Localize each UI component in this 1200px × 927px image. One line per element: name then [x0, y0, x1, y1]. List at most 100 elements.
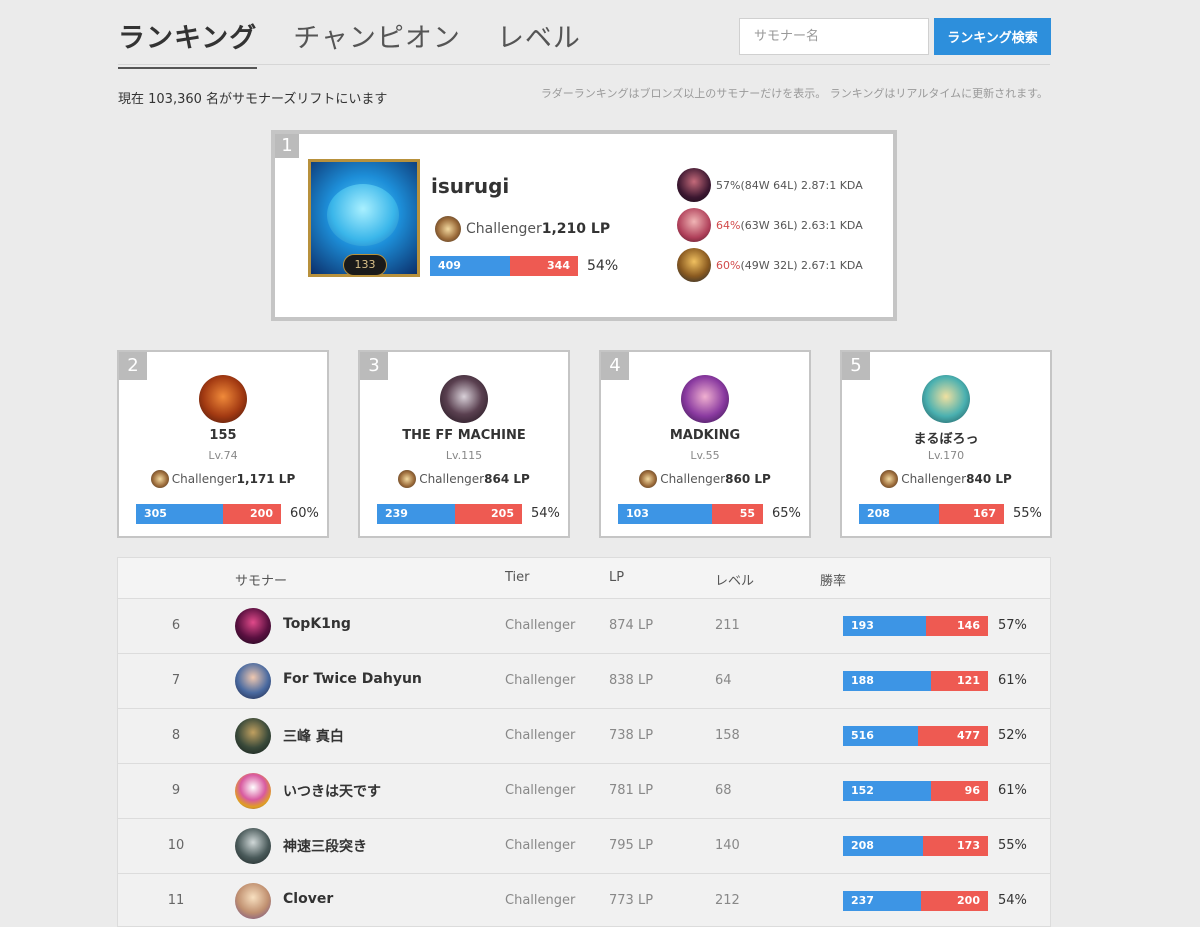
win-loss-bar: 239 205: [377, 504, 522, 524]
summoner-name[interactable]: 三峰 真白: [283, 726, 344, 746]
tier-info: Challenger 864 LP: [360, 470, 568, 488]
challenger-emblem-icon: [880, 470, 899, 488]
win-loss-bar: 305 200: [136, 504, 281, 524]
wins-count: 208: [843, 836, 923, 856]
champion-icon-dark[interactable]: [677, 168, 711, 202]
win-loss-bar: 152 96: [843, 781, 988, 801]
rank-3-card[interactable]: 3 THE FF MACHINE Lv.115 Challenger 864 LP…: [358, 350, 570, 538]
profile-icon[interactable]: [235, 718, 271, 754]
losses-count: 121: [931, 671, 988, 691]
challenger-emblem-icon: [398, 470, 417, 488]
wins-count: 188: [843, 671, 932, 691]
tab-champion[interactable]: チャンピオン: [293, 16, 461, 69]
tab-ranking[interactable]: ランキング: [118, 16, 258, 69]
table-row[interactable]: 11 Clover Challenger 773 LP 212 237 200 …: [118, 874, 1050, 926]
row-tier: Challenger: [505, 783, 576, 798]
summoner-name[interactable]: いつきは天です: [283, 781, 381, 801]
summoner-name[interactable]: For Twice Dahyun: [283, 671, 422, 687]
row-level: 211: [715, 618, 740, 633]
profile-icon[interactable]: [235, 663, 271, 699]
losses-count: 205: [455, 504, 522, 524]
tier-lp: 1,171 LP: [236, 472, 296, 486]
row-lp: 838 LP: [609, 673, 654, 688]
profile-icon[interactable]: [199, 375, 247, 423]
challenger-emblem-icon: [435, 216, 461, 242]
win-rate: 54%: [587, 258, 619, 274]
header-winrate: 勝率: [820, 574, 847, 589]
champion-winrate: 64%: [716, 218, 741, 232]
profile-icon[interactable]: 133: [308, 159, 420, 277]
losses-count: 146: [925, 616, 988, 636]
table-row[interactable]: 7 For Twice Dahyun Challenger 838 LP 64 …: [118, 654, 1050, 709]
summoner-search-input[interactable]: [739, 18, 929, 55]
ladder-note-text: ラダーランキングはブロンズ以上のサモナーだけを表示。 ランキングはリアルタイムに…: [540, 87, 1048, 100]
win-rate: 55%: [998, 838, 1027, 853]
win-rate: 61%: [998, 673, 1027, 688]
wins-count: 152: [843, 781, 932, 801]
row-rank: 6: [171, 618, 181, 633]
row-tier: Challenger: [505, 893, 576, 908]
table-row[interactable]: 10 神速三段突き Challenger 795 LP 140 208 173 …: [118, 819, 1050, 874]
champion-icon-pink[interactable]: [677, 208, 711, 242]
profile-icon[interactable]: [681, 375, 729, 423]
win-loss-bar: 188 121: [843, 671, 988, 691]
row-lp: 874 LP: [609, 618, 654, 633]
win-loss-bar: 409 344: [430, 256, 578, 276]
row-rank: 11: [167, 893, 185, 908]
table-row[interactable]: 8 三峰 真白 Challenger 738 LP 158 516 477 52…: [118, 709, 1050, 764]
row-level: 158: [715, 728, 740, 743]
champion-winrate: 57%: [716, 178, 741, 192]
tier-info: Challenger 840 LP: [842, 470, 1050, 488]
champion-winrate: 60%: [716, 258, 741, 272]
header-lp: LP: [609, 570, 625, 585]
rank-5-card[interactable]: 5 まるぼろっ Lv.170 Challenger 840 LP 208 167 …: [840, 350, 1052, 538]
tier-lp: 840 LP: [966, 472, 1012, 486]
summoner-name[interactable]: 155: [119, 428, 327, 443]
summoner-count-text: 現在 103,360 名がサモナーズリフトにいます: [118, 92, 388, 107]
rank-1-card[interactable]: 1 133 isurugi Challenger 1,210 LP 409 344…: [271, 130, 897, 321]
summoner-name[interactable]: Clover: [283, 891, 333, 907]
tab-level[interactable]: レベル: [497, 16, 581, 69]
win-loss-bar: 193 146: [843, 616, 988, 636]
champion-record: (49W 32L) 2.67:1 KDA: [740, 258, 863, 272]
win-loss-bar: 237 200: [843, 891, 988, 911]
summoner-name[interactable]: まるぼろっ: [842, 428, 1050, 447]
summoner-name[interactable]: isurugi: [431, 174, 509, 198]
summoner-name[interactable]: MADKING: [601, 428, 809, 443]
win-loss-bar: 208 167: [859, 504, 1004, 524]
rank-2-card[interactable]: 2 155 Lv.74 Challenger 1,171 LP 305 200 6…: [117, 350, 329, 538]
win-rate: 57%: [998, 618, 1027, 633]
profile-icon[interactable]: [922, 375, 970, 423]
losses-count: 96: [931, 781, 988, 801]
header-tier: Tier: [505, 570, 530, 585]
table-row[interactable]: 6 TopK1ng Challenger 874 LP 211 193 146 …: [118, 599, 1050, 654]
rank-4-card[interactable]: 4 MADKING Lv.55 Challenger 860 LP 103 55 …: [599, 350, 811, 538]
win-rate: 54%: [998, 893, 1027, 908]
champion-record: (84W 64L) 2.87:1 KDA: [740, 178, 863, 192]
summoner-name[interactable]: 神速三段突き: [283, 836, 367, 856]
wins-count: 516: [843, 726, 919, 746]
row-lp: 773 LP: [609, 893, 654, 908]
win-rate: 54%: [531, 506, 560, 521]
losses-count: 55: [712, 504, 763, 524]
profile-icon[interactable]: [440, 375, 488, 423]
row-tier: Challenger: [505, 838, 576, 853]
summoner-name[interactable]: THE FF MACHINE: [360, 428, 568, 443]
champion-icon-gold[interactable]: [677, 248, 711, 282]
profile-icon[interactable]: [235, 608, 271, 644]
row-lp: 781 LP: [609, 783, 654, 798]
tier-name: Challenger: [901, 472, 967, 486]
profile-icon[interactable]: [235, 773, 271, 809]
summoner-name[interactable]: TopK1ng: [283, 616, 351, 632]
challenger-emblem-icon: [150, 470, 169, 488]
most-champion-row: 60% (49W 32L) 2.67:1 KDA: [677, 248, 863, 282]
profile-icon[interactable]: [235, 883, 271, 919]
row-rank: 9: [171, 783, 181, 798]
summoner-level: Lv.115: [445, 449, 483, 462]
ranking-search-button[interactable]: ランキング検索: [934, 18, 1051, 55]
profile-icon[interactable]: [235, 828, 271, 864]
win-loss-bar: 208 173: [843, 836, 988, 856]
win-rate: 55%: [1013, 506, 1042, 521]
tier-lp: 1,210 LP: [541, 221, 611, 237]
table-row[interactable]: 9 いつきは天です Challenger 781 LP 68 152 96 61…: [118, 764, 1050, 819]
